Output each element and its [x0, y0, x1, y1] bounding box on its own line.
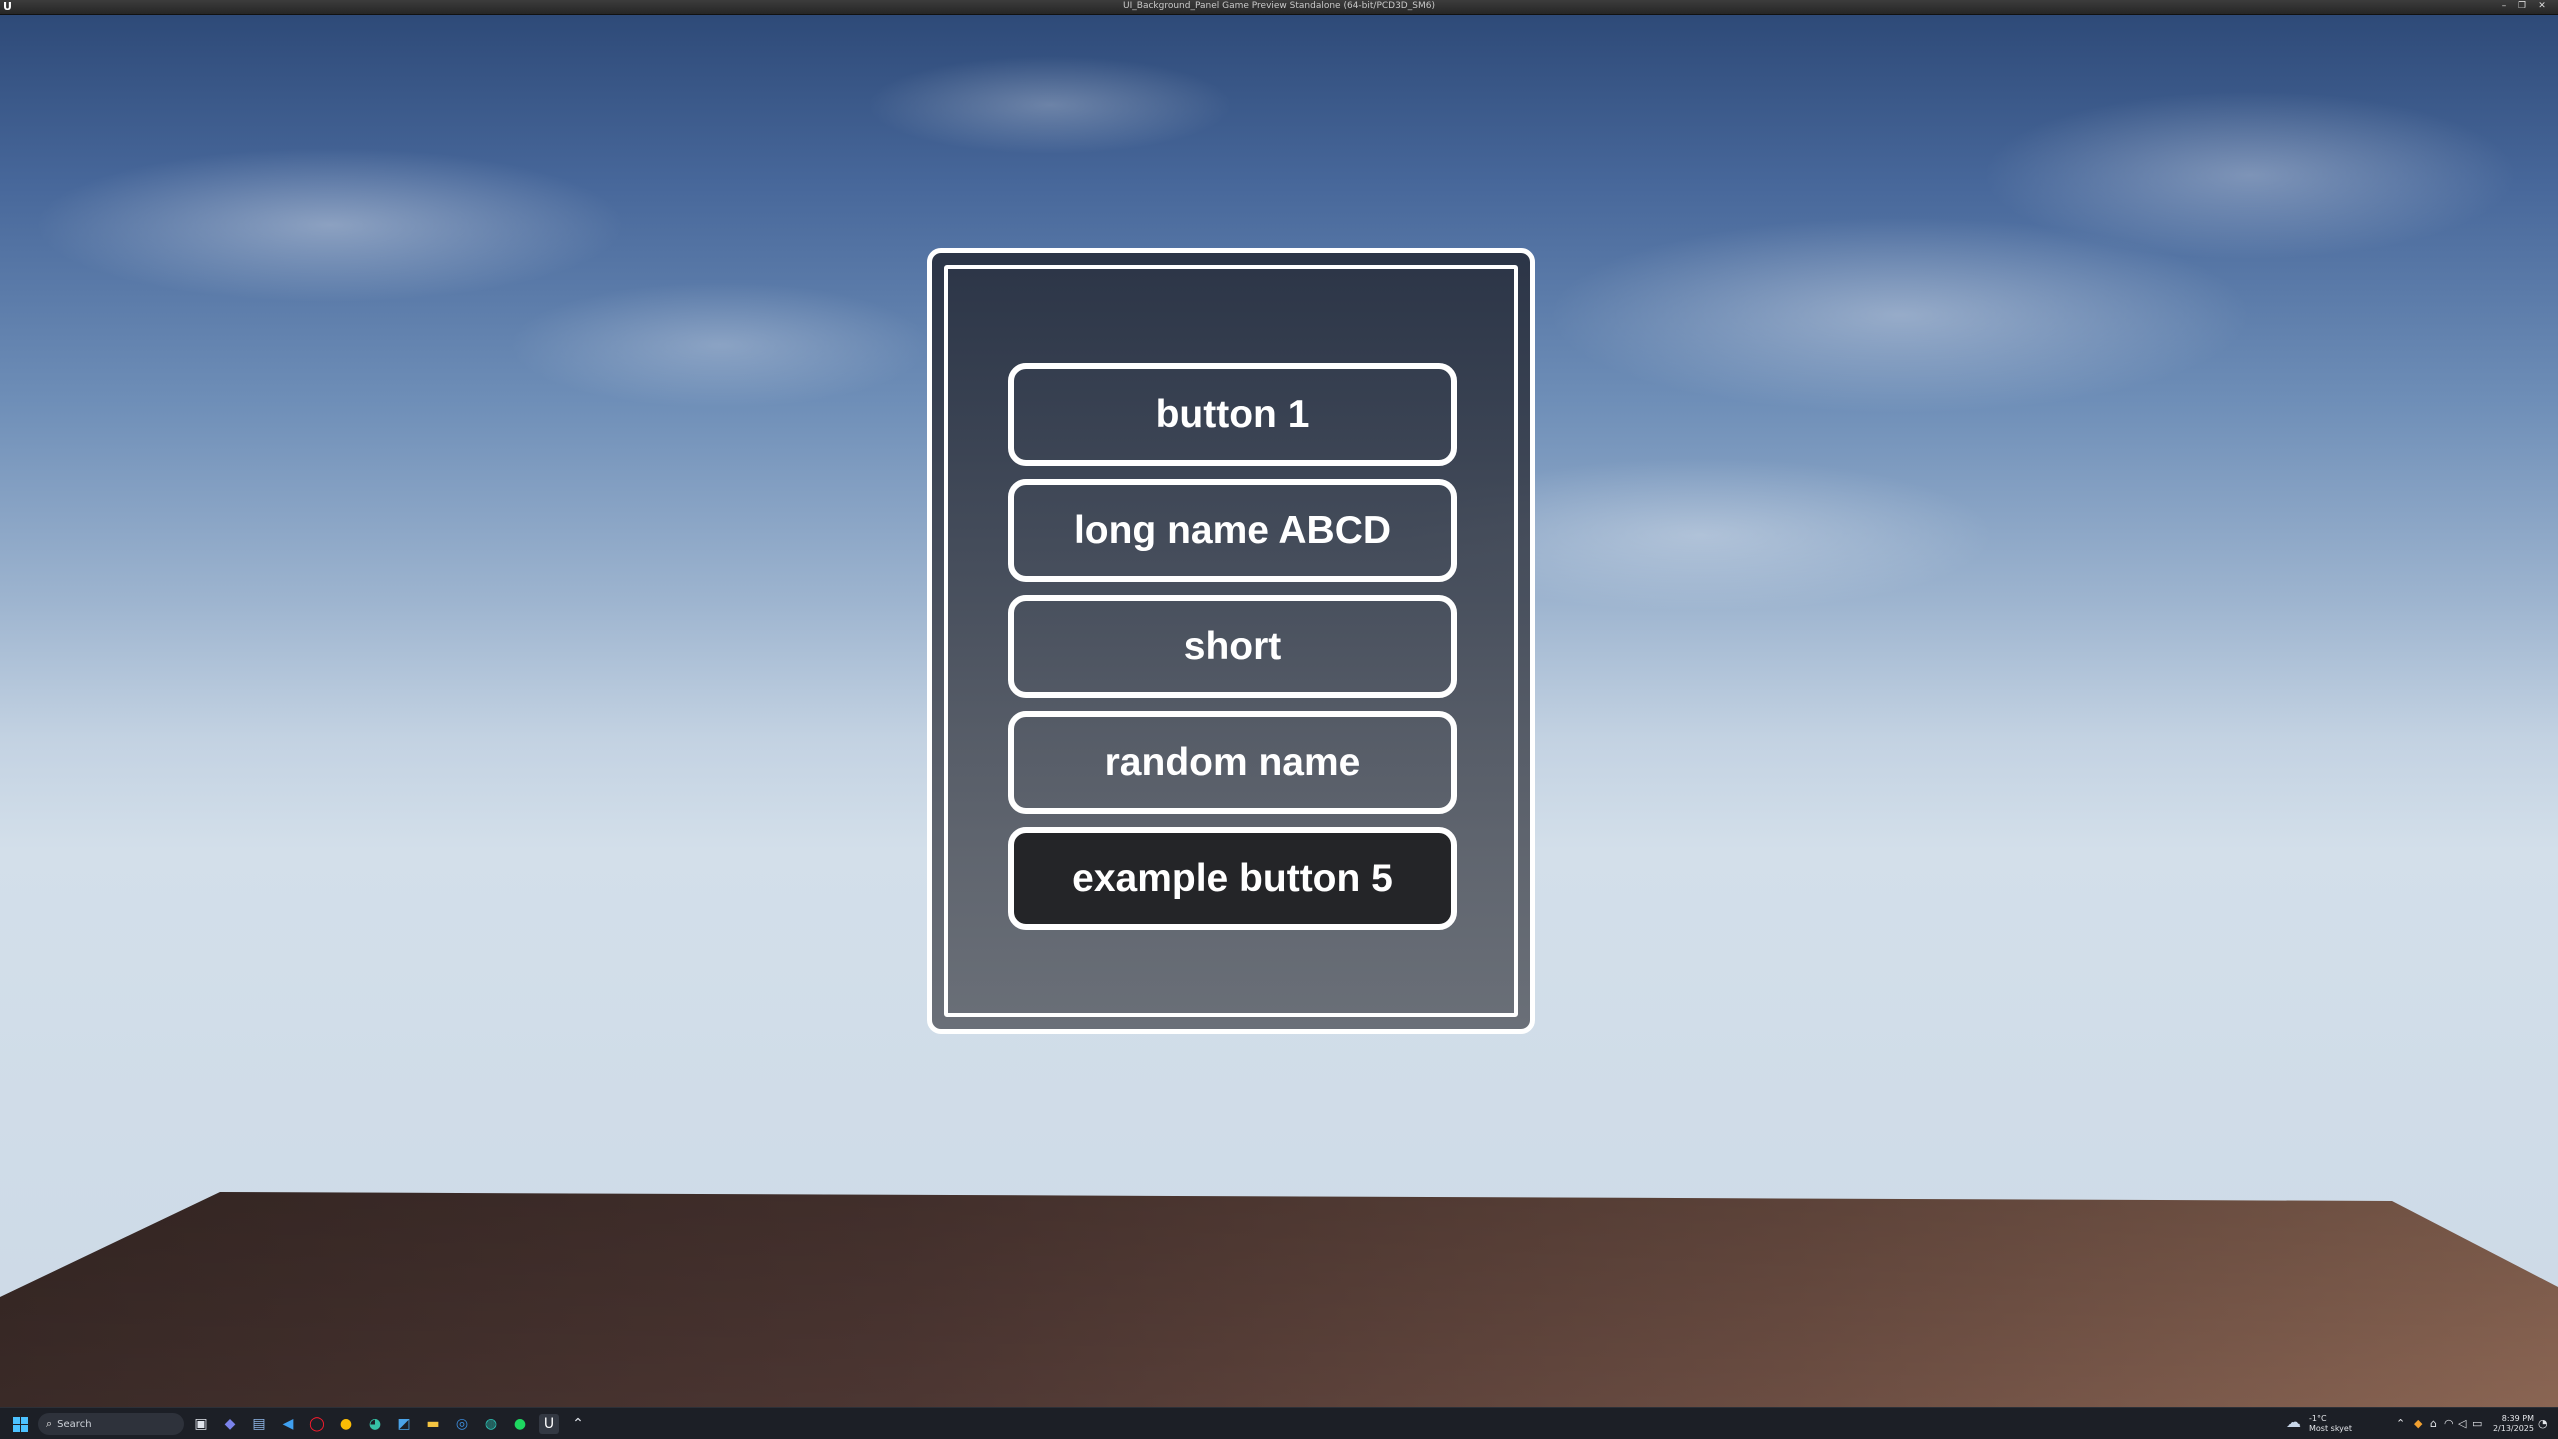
- clock-time[interactable]: 8:39 PM: [2494, 1414, 2534, 1424]
- edge-icon[interactable]: ◕: [365, 1414, 385, 1434]
- chrome-icon[interactable]: ●: [336, 1414, 356, 1434]
- menu-button-1[interactable]: button 1: [1008, 363, 1457, 466]
- menu-button-label: random name: [1104, 740, 1361, 784]
- menu-button-label: button 1: [1155, 392, 1310, 436]
- menu-button-3[interactable]: short: [1008, 595, 1457, 698]
- weather-icon[interactable]: ☁: [2286, 1415, 2301, 1430]
- menu-button-label: example button 5: [1072, 856, 1393, 900]
- menu-button-label: short: [1183, 624, 1282, 668]
- minimize-button[interactable]: –: [2495, 0, 2513, 13]
- windows-logo-icon: [12, 1416, 28, 1432]
- opera-icon[interactable]: ◯: [307, 1414, 327, 1434]
- task-view-icon[interactable]: ▣: [191, 1414, 211, 1434]
- menu-button-4[interactable]: random name: [1008, 711, 1457, 814]
- window-title-bar[interactable]: U UI_Background_Panel Game Preview Stand…: [0, 0, 2558, 15]
- browser-icon[interactable]: ◎: [452, 1414, 472, 1434]
- unreal-engine-icon[interactable]: U: [539, 1414, 559, 1434]
- battery-icon[interactable]: ▭: [2472, 1417, 2482, 1431]
- network-icon[interactable]: ⌂: [2430, 1417, 2437, 1431]
- vscode-icon[interactable]: ◀: [278, 1414, 298, 1434]
- menu-button-5[interactable]: example button 5: [1008, 827, 1457, 930]
- taskbar: ⌕ Search ▣ ◆ ▤ ◀ ◯ ● ◕ ◩ ▬ ◎ ◍ ● U ⌃ ☁ -…: [0, 1407, 2558, 1439]
- menu-button-2[interactable]: long name ABCD: [1008, 479, 1457, 582]
- photos-icon[interactable]: ◩: [394, 1414, 414, 1434]
- weather-temp: -1°C: [2309, 1414, 2327, 1423]
- search-placeholder: Search: [57, 1418, 92, 1430]
- app-tray-icon[interactable]: ◆: [2414, 1417, 2422, 1431]
- close-button[interactable]: ✕: [2533, 0, 2551, 13]
- start-button[interactable]: [10, 1414, 30, 1434]
- arrow-up-icon[interactable]: ⌃: [568, 1414, 588, 1434]
- menu-button-label: long name ABCD: [1073, 508, 1392, 552]
- file-manager-icon[interactable]: ▤: [249, 1414, 269, 1434]
- search-icon: ⌕: [46, 1417, 53, 1430]
- notification-icon[interactable]: ◔: [2538, 1417, 2548, 1431]
- restore-button[interactable]: ❐: [2513, 0, 2531, 13]
- clock-date[interactable]: 2/13/2025: [2490, 1424, 2534, 1434]
- teams-icon[interactable]: ◆: [220, 1414, 240, 1434]
- weather-desc: Most skyet: [2309, 1424, 2352, 1433]
- folder-icon[interactable]: ▬: [423, 1414, 443, 1434]
- spotify-icon[interactable]: ●: [510, 1414, 530, 1434]
- window-title: UI_Background_Panel Game Preview Standal…: [1123, 1, 1435, 11]
- taskbar-search-box[interactable]: ⌕ Search: [38, 1413, 184, 1435]
- wifi-icon[interactable]: ◠: [2444, 1417, 2454, 1431]
- edge-dev-icon[interactable]: ◍: [481, 1414, 501, 1434]
- volume-icon[interactable]: ◁: [2458, 1417, 2466, 1431]
- show-hidden-icons-icon[interactable]: ⌃: [2396, 1417, 2405, 1431]
